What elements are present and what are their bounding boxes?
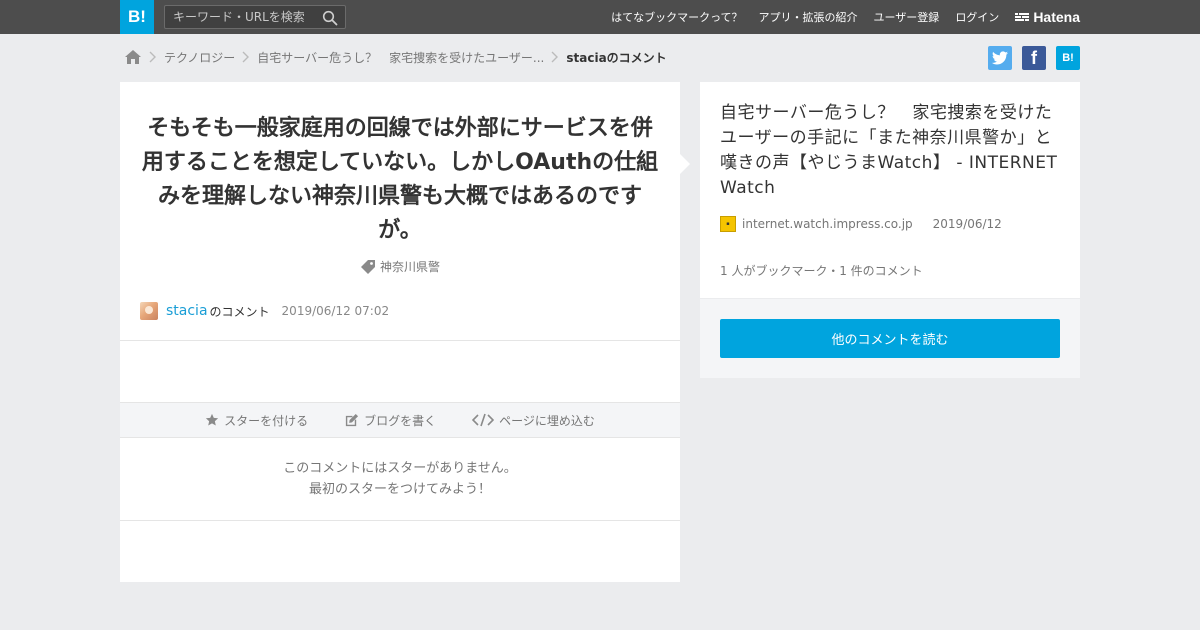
- entry-date: 2019/06/12: [932, 217, 1002, 231]
- embed-label: ページに埋め込む: [499, 413, 595, 428]
- twitter-share-button[interactable]: [988, 46, 1012, 70]
- chevron-right-icon: [551, 51, 559, 63]
- breadcrumb-category[interactable]: テクノロジー: [164, 49, 235, 66]
- nav-about[interactable]: はてなブックマークって？: [611, 9, 742, 25]
- hatena-brand-label: Hatena: [1033, 9, 1080, 25]
- add-star-button[interactable]: スターを付ける: [205, 412, 308, 429]
- chevron-right-icon: [242, 51, 250, 63]
- hatena-brand-link[interactable]: Hatena: [1015, 9, 1080, 25]
- no-stars-line2: 最初のスターをつけてみよう！: [308, 482, 491, 497]
- breadcrumb-current: staciaのコメント: [566, 50, 667, 65]
- entry-panel: 自宅サーバー危うし？ 家宅捜索を受けたユーザーの手記に「また神奈川県警か」と嘆き…: [700, 82, 1080, 298]
- search-input[interactable]: [173, 6, 318, 28]
- read-other-comments-button[interactable]: 他のコメントを読む: [720, 319, 1060, 358]
- write-blog-label: ブログを書く: [364, 413, 437, 428]
- card-pointer: [680, 154, 690, 174]
- read-comments-panel: 他のコメントを読む: [700, 299, 1080, 378]
- hatena-mark-icon: [1015, 13, 1030, 21]
- search-box: [164, 5, 346, 29]
- no-stars-line1: このコメントにはスターがありません。: [283, 461, 517, 476]
- tag-icon: [360, 259, 375, 274]
- facebook-share-button[interactable]: f: [1022, 46, 1046, 70]
- home-icon[interactable]: [124, 49, 142, 65]
- comment-actions: スターを付ける ブログを書く ページに埋め込む: [120, 402, 680, 438]
- share-buttons: f B!: [978, 46, 1080, 70]
- username-link[interactable]: stacia: [166, 303, 208, 319]
- code-icon: [472, 413, 495, 427]
- comment-meta: stacia のコメント 2019/06/12 07:02: [140, 301, 389, 321]
- comment-tag[interactable]: 神奈川県警: [120, 258, 680, 275]
- divider: [120, 520, 680, 521]
- comment-card: そもそも一般家庭用の回線では外部にサービスを併用することを想定していない。しかし…: [120, 82, 680, 582]
- site-favicon-icon: ▪: [720, 216, 736, 232]
- comment-suffix: のコメント: [209, 304, 270, 319]
- hatena-bookmark-logo[interactable]: B!: [120, 0, 154, 34]
- no-stars-message: このコメントにはスターがありません。 最初のスターをつけてみよう！: [120, 458, 680, 500]
- tag-label: 神奈川県警: [379, 260, 440, 274]
- entry-domain-link[interactable]: internet.watch.impress.co.jp: [742, 217, 913, 231]
- add-star-label: スターを付ける: [224, 413, 309, 428]
- divider: [120, 340, 680, 341]
- bookmark-counts[interactable]: 1 人がブックマーク・1 件のコメント: [720, 262, 923, 279]
- top-bar: B! はてなブックマークって？ アプリ・拡張の紹介 ユーザー登録 ログイン Ha…: [0, 0, 1200, 34]
- star-icon: [205, 413, 219, 426]
- embed-button[interactable]: ページに埋め込む: [472, 412, 595, 429]
- entry-title-link[interactable]: 自宅サーバー危うし？ 家宅捜索を受けたユーザーの手記に「また神奈川県警か」と嘆き…: [720, 101, 1060, 201]
- breadcrumb: テクノロジー 自宅サーバー危うし？ 家宅捜索を受けたユーザー... stacia…: [124, 46, 667, 68]
- nav-login[interactable]: ログイン: [955, 9, 999, 25]
- comment-timestamp[interactable]: 2019/06/12 07:02: [282, 304, 390, 318]
- top-nav: はてなブックマークって？ アプリ・拡張の紹介 ユーザー登録 ログイン Haten…: [595, 0, 1080, 34]
- edit-icon: [345, 413, 359, 426]
- search-icon[interactable]: [322, 10, 338, 26]
- write-blog-button[interactable]: ブログを書く: [344, 412, 436, 429]
- entry-source: ▪ internet.watch.impress.co.jp 2019/06/1…: [720, 216, 1002, 232]
- nav-register[interactable]: ユーザー登録: [874, 9, 940, 25]
- breadcrumb-entry[interactable]: 自宅サーバー危うし？ 家宅捜索を受けたユーザー...: [257, 49, 544, 66]
- chevron-right-icon: [149, 51, 157, 63]
- nav-apps[interactable]: アプリ・拡張の紹介: [759, 9, 858, 25]
- hatena-share-button[interactable]: B!: [1056, 46, 1080, 70]
- avatar[interactable]: [140, 302, 158, 320]
- twitter-icon: [992, 51, 1008, 65]
- comment-text: そもそも一般家庭用の回線では外部にサービスを併用することを想定していない。しかし…: [141, 116, 659, 243]
